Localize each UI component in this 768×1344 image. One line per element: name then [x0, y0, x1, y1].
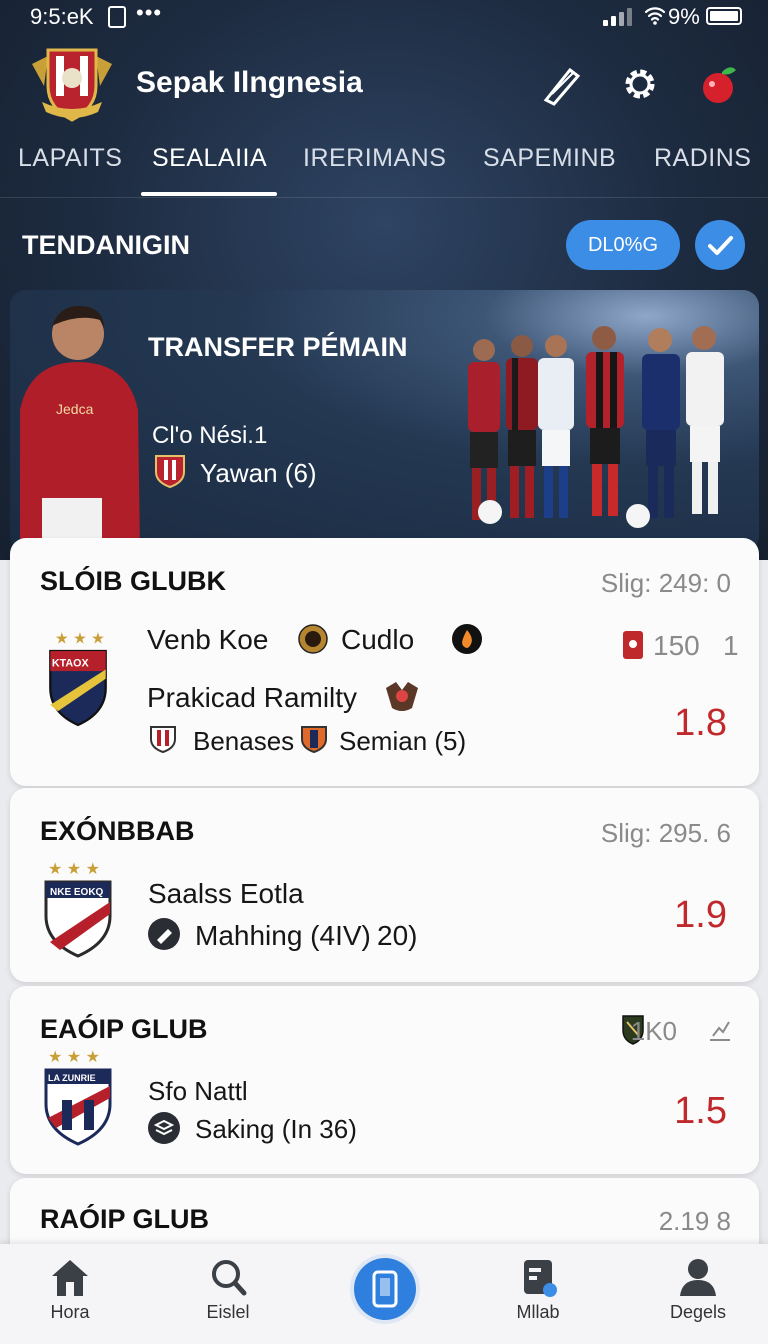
confirm-button[interactable]: [695, 220, 745, 270]
shield-badge-icon: [301, 726, 327, 754]
nav-library[interactable]: Mllab: [488, 1256, 588, 1323]
layers-icon: [148, 1112, 180, 1144]
odds-value[interactable]: 1.8: [674, 702, 727, 745]
eagle-badge-icon: [386, 682, 418, 711]
club-crest-icon: ★ ★ ★ KTAOX: [49, 630, 107, 727]
banner-subtitle: Cl'o Nési.1: [152, 422, 268, 449]
club-title: RAÓIP GLUB: [40, 1204, 210, 1234]
home-icon: [52, 1260, 88, 1296]
club-card[interactable]: EAÓIP GLUB 1K0 ★ ★ ★ LA ZUNRIE Sfo Nattl…: [10, 986, 759, 1174]
status-time: 9:5:eK: [30, 4, 94, 29]
players-illustration: Jedca: [20, 305, 724, 552]
active-tab-indicator: [141, 192, 277, 196]
profile-button[interactable]: [696, 62, 740, 106]
card-line-1: Sfo Nattl: [148, 1076, 248, 1106]
odds-value[interactable]: 1.9: [674, 894, 727, 937]
settings-button[interactable]: [618, 62, 662, 106]
nav-label: Mllab: [516, 1302, 560, 1322]
search-icon: [212, 1260, 247, 1296]
tab-lapaits[interactable]: LAPAITS: [18, 144, 122, 173]
nav-home[interactable]: Hora: [20, 1256, 120, 1323]
card-line-3b: Semian (5): [339, 726, 467, 756]
club-meta: 1K0: [630, 1016, 677, 1046]
card-stat-b: 1: [723, 630, 739, 661]
red-card-icon: [623, 631, 643, 659]
banner-count: Yawan (6): [200, 458, 317, 488]
banner-title: TRANSFER PÉMAIN: [148, 332, 408, 362]
card-line-2: Mahhing (4IV): [195, 920, 371, 951]
tab-radins[interactable]: RADINS: [654, 144, 751, 173]
sim-icon: [108, 6, 126, 28]
club-title: EAÓIP GLUB: [40, 1014, 208, 1044]
club-meta: Slig: 249: 0: [600, 568, 731, 598]
nav-profile[interactable]: Degels: [648, 1256, 748, 1323]
club-logo[interactable]: [26, 42, 118, 124]
club-meta: Slig: 295. 6: [600, 818, 731, 848]
transfer-banner[interactable]: Jedca TRANSFER PÉMAIN Cl'o Nési.1 Yawan …: [10, 290, 759, 552]
bottom-nav: Hora Eislel Mllab Degels: [0, 1244, 768, 1344]
crest-text: NKE EOKQ: [50, 887, 104, 898]
team-group: [468, 326, 724, 528]
section-title: TENDANIGIN: [22, 230, 190, 260]
phone-icon: [372, 1270, 398, 1308]
app-header: Sepak Ilngnesia: [0, 38, 768, 128]
svg-text:★ ★ ★: ★ ★ ★: [48, 1049, 100, 1066]
apple-avatar-icon: [703, 67, 736, 103]
app-title: Sepak Ilngnesia: [136, 66, 363, 99]
card-line-2: Saking (In 36): [195, 1114, 357, 1144]
signal-icon: [603, 8, 637, 26]
card-line-1: Saalss Eotla: [148, 878, 304, 909]
card-stat: 150: [653, 630, 700, 661]
nav-search[interactable]: Eislel: [178, 1256, 278, 1323]
card-line-1: Venb Koe: [147, 624, 269, 655]
club-title: SLÓIB GLUBK: [40, 566, 226, 596]
wifi-icon: [644, 4, 666, 32]
odds-value[interactable]: 1.5: [674, 1090, 727, 1133]
clipboard-icon: [524, 1260, 557, 1297]
club-crest-icon: ★ ★ ★ NKE EOKQ: [44, 861, 112, 958]
more-dots-icon: •••: [136, 0, 163, 25]
club-crest-icon: ★ ★ ★ LA ZUNRIE: [44, 1049, 112, 1146]
club-card[interactable]: SLÓIB GLUBK Slig: 249: 0 ★ ★ ★ KTAOX Ven…: [10, 538, 759, 786]
club-meta: 2.19 8: [658, 1206, 731, 1236]
status-bar: 9:5:eK ••• 9%: [0, 0, 768, 34]
edit-button[interactable]: [540, 62, 584, 106]
crest-text: LA ZUNRIE: [48, 1073, 96, 1083]
nav-center-button[interactable]: [354, 1258, 416, 1320]
nav-label: Degels: [669, 1302, 727, 1322]
shield-badge-icon: [150, 726, 176, 754]
club-card[interactable]: EXÓNBBAB Slig: 295. 6 ★ ★ ★ NKE EOKQ Saa…: [10, 788, 759, 982]
pencil-icon: [543, 67, 581, 106]
nav-label: Hora: [50, 1302, 90, 1322]
filter-pill[interactable]: DL0%G: [566, 220, 680, 270]
tab-sapeminb[interactable]: SAPEMINB: [483, 144, 616, 173]
fire-icon: [452, 624, 482, 654]
featured-player: Jedca: [20, 305, 140, 552]
svg-text:★ ★ ★: ★ ★ ★: [48, 861, 100, 878]
card-line-3: Benases: [193, 726, 295, 756]
card-line-2b: 20): [377, 920, 418, 951]
whistle-icon: [148, 918, 180, 950]
battery-icon: [706, 7, 742, 25]
card-line-2: Prakicad Ramilty: [147, 682, 358, 713]
svg-text:★ ★ ★: ★ ★ ★: [55, 630, 105, 647]
category-tabs: LAPAITS SEALAIIA IRERIMANS SAPEMINB RADI…: [0, 132, 768, 198]
chart-icon: [710, 1021, 730, 1041]
nav-label: Eislel: [206, 1302, 250, 1322]
jersey-text: Jedca: [56, 401, 94, 417]
team-badge-icon: [298, 624, 328, 654]
tab-irerimans[interactable]: IRERIMANS: [303, 144, 446, 173]
battery-percent: 9%: [668, 4, 700, 29]
club-title: EXÓNBBAB: [40, 816, 195, 846]
crest-text: KTAOX: [52, 657, 90, 669]
gear-icon: [625, 69, 655, 99]
club-badge-icon: [155, 455, 185, 488]
card-line-1b: Cudlo: [341, 624, 415, 655]
check-icon: [708, 236, 733, 255]
person-icon: [680, 1259, 716, 1296]
tab-sealaiia[interactable]: SEALAIIA: [152, 144, 267, 173]
